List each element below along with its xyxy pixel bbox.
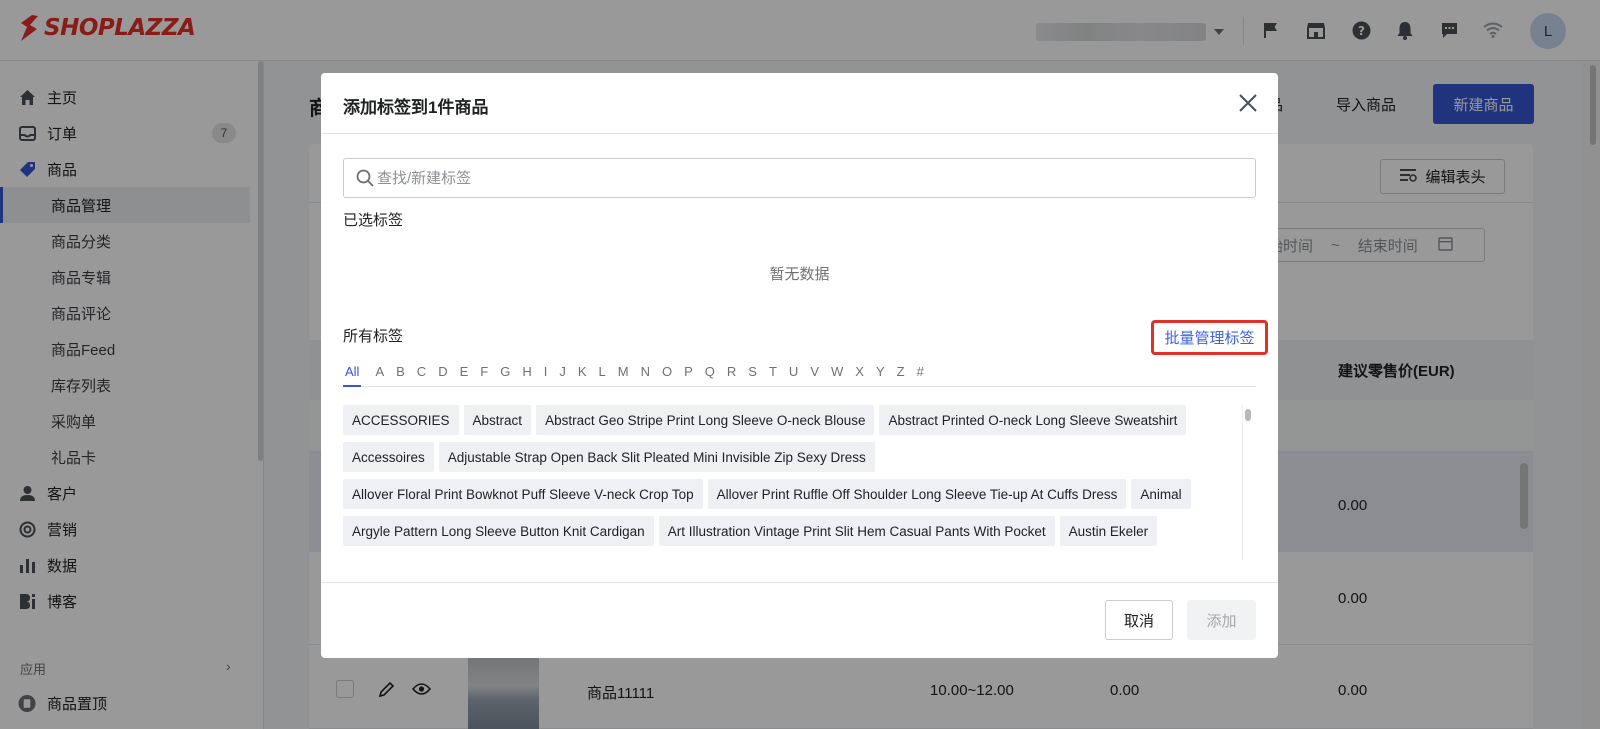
close-icon[interactable] (1236, 91, 1260, 115)
tag-search-input[interactable] (377, 159, 1237, 197)
tags-scrollbar-thumb[interactable] (1245, 409, 1251, 421)
letter-tab[interactable]: W (825, 363, 849, 387)
add-button[interactable]: 添加 (1187, 600, 1256, 640)
tag-chip[interactable]: Art Illustration Vintage Print Slit Hem … (658, 516, 1055, 546)
add-tags-dialog: 添加标签到1件商品 已选标签 暂无数据 所有标签 批量管理标签 All ABCDE… (321, 73, 1278, 658)
letter-tab[interactable]: K (572, 363, 593, 387)
tag-chip[interactable]: Abstract Printed O-neck Long Sleeve Swea… (879, 405, 1187, 435)
empty-state-text: 暂无数据 (769, 266, 830, 283)
letter-tab[interactable]: Y (870, 363, 891, 387)
tags-list: ACCESSORIES Abstract Abstract Geo Stripe P… (343, 405, 1231, 546)
letter-tab[interactable]: D (432, 363, 453, 387)
tags-list-area: ACCESSORIES Abstract Abstract Geo Stripe P… (343, 405, 1231, 560)
tag-search-field[interactable] (343, 158, 1256, 198)
letter-tab[interactable]: M (612, 363, 635, 387)
tag-chip[interactable]: ACCESSORIES (343, 405, 459, 435)
letter-tab[interactable]: Z (891, 363, 911, 387)
letter-tab[interactable]: S (742, 363, 763, 387)
letter-tab[interactable]: V (804, 363, 825, 387)
dialog-header: 添加标签到1件商品 (321, 73, 1278, 134)
cancel-button[interactable]: 取消 (1105, 600, 1173, 640)
letter-tab[interactable]: X (849, 363, 870, 387)
letter-tab[interactable]: R (721, 363, 742, 387)
letter-tab[interactable]: U (783, 363, 804, 387)
letter-tab[interactable]: O (656, 363, 678, 387)
letter-tab[interactable]: C (411, 363, 432, 387)
letter-tab[interactable]: H (516, 363, 537, 387)
letter-tab[interactable]: T (763, 363, 783, 387)
all-tags-label: 所有标签 (343, 328, 404, 345)
letter-tab[interactable]: G (494, 363, 516, 387)
letter-tab[interactable]: Q (699, 363, 721, 387)
tag-chip[interactable]: Argyle Pattern Long Sleeve Button Knit C… (343, 516, 654, 546)
tag-chip[interactable]: Abstract Geo Stripe Print Long Sleeve O-… (536, 405, 875, 435)
dialog-title: 添加标签到1件商品 (343, 98, 489, 117)
bulk-manage-tags-link[interactable]: 批量管理标签 (1151, 320, 1268, 355)
letter-tab[interactable]: B (390, 363, 411, 387)
letter-tab[interactable]: # (911, 363, 930, 387)
letter-tab[interactable]: J (553, 363, 572, 387)
letter-tab[interactable]: N (635, 363, 656, 387)
letter-tab[interactable]: A (369, 363, 390, 387)
tags-scrollbar-track[interactable] (1242, 405, 1254, 560)
tag-chip[interactable]: Allover Floral Print Bowknot Puff Sleeve… (343, 479, 703, 509)
search-icon (356, 169, 374, 190)
tag-chip[interactable]: Allover Print Ruffle Off Shoulder Long S… (707, 479, 1127, 509)
tag-chip[interactable]: Accessoires (343, 442, 434, 472)
dialog-footer: 取消 添加 (321, 582, 1278, 658)
tag-chip[interactable]: Adjustable Strap Open Back Slit Pleated … (438, 442, 875, 472)
letter-tab[interactable]: I (538, 363, 554, 387)
letter-tab[interactable]: E (454, 363, 475, 387)
letter-tab[interactable]: L (593, 363, 612, 387)
tag-chip[interactable]: Animal (1131, 479, 1191, 509)
letter-tab[interactable]: F (474, 363, 494, 387)
letter-tab-all[interactable]: All (343, 363, 362, 387)
tag-chip[interactable]: Abstract (463, 405, 532, 435)
tag-chip[interactable]: Austin Ekeler (1059, 516, 1158, 546)
alphabet-filter-tabs: All A B C D E F G H I J K L M N O P Q R S T U V W X Y Z # (343, 363, 1256, 387)
letter-tab[interactable]: P (678, 363, 699, 387)
selected-tags-label: 已选标签 (343, 212, 404, 229)
